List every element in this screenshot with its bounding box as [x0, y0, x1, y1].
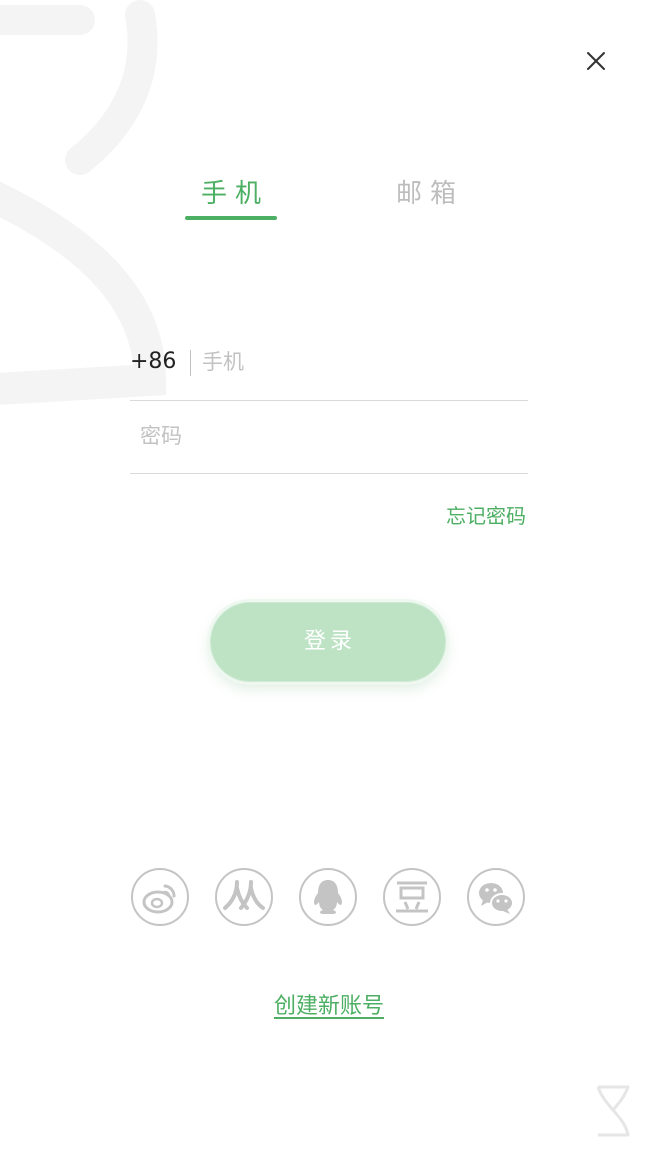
password-field — [130, 401, 528, 474]
social-login-row — [131, 868, 531, 928]
weibo-login-button[interactable] — [131, 868, 189, 926]
hourglass-logo-icon — [596, 1085, 630, 1137]
create-account-link[interactable]: 创建新账号 — [274, 994, 384, 1019]
douban-icon — [396, 881, 428, 913]
renren-icon — [223, 880, 265, 910]
forgot-password-link[interactable]: 忘记密码 — [446, 500, 526, 529]
phone-field: +86 — [130, 328, 528, 401]
tab-phone-label: 手机 — [200, 179, 269, 209]
active-tab-indicator — [185, 216, 277, 220]
country-code-selector[interactable]: +86 — [130, 346, 176, 378]
close-button[interactable] — [578, 43, 614, 79]
tab-email-label: 邮箱 — [395, 179, 464, 209]
qq-icon — [314, 880, 342, 914]
country-code-divider — [190, 350, 191, 376]
wechat-icon — [479, 883, 514, 914]
create-account-wrapper: 创建新账号 — [0, 988, 658, 1020]
login-button-label: 登录 — [303, 629, 356, 654]
close-icon — [587, 52, 605, 70]
douban-login-button[interactable] — [383, 868, 441, 926]
login-button[interactable]: 登录 — [210, 602, 446, 682]
wechat-login-button[interactable] — [467, 868, 525, 926]
tab-phone[interactable]: 手机 — [185, 172, 277, 222]
qq-login-button[interactable] — [299, 868, 357, 926]
renren-login-button[interactable] — [215, 868, 273, 926]
weibo-icon — [142, 884, 176, 914]
password-input[interactable] — [140, 420, 520, 452]
login-method-tabs: 手机 邮箱 — [0, 172, 658, 232]
phone-input[interactable] — [202, 346, 522, 378]
tab-email[interactable]: 邮箱 — [380, 172, 472, 222]
